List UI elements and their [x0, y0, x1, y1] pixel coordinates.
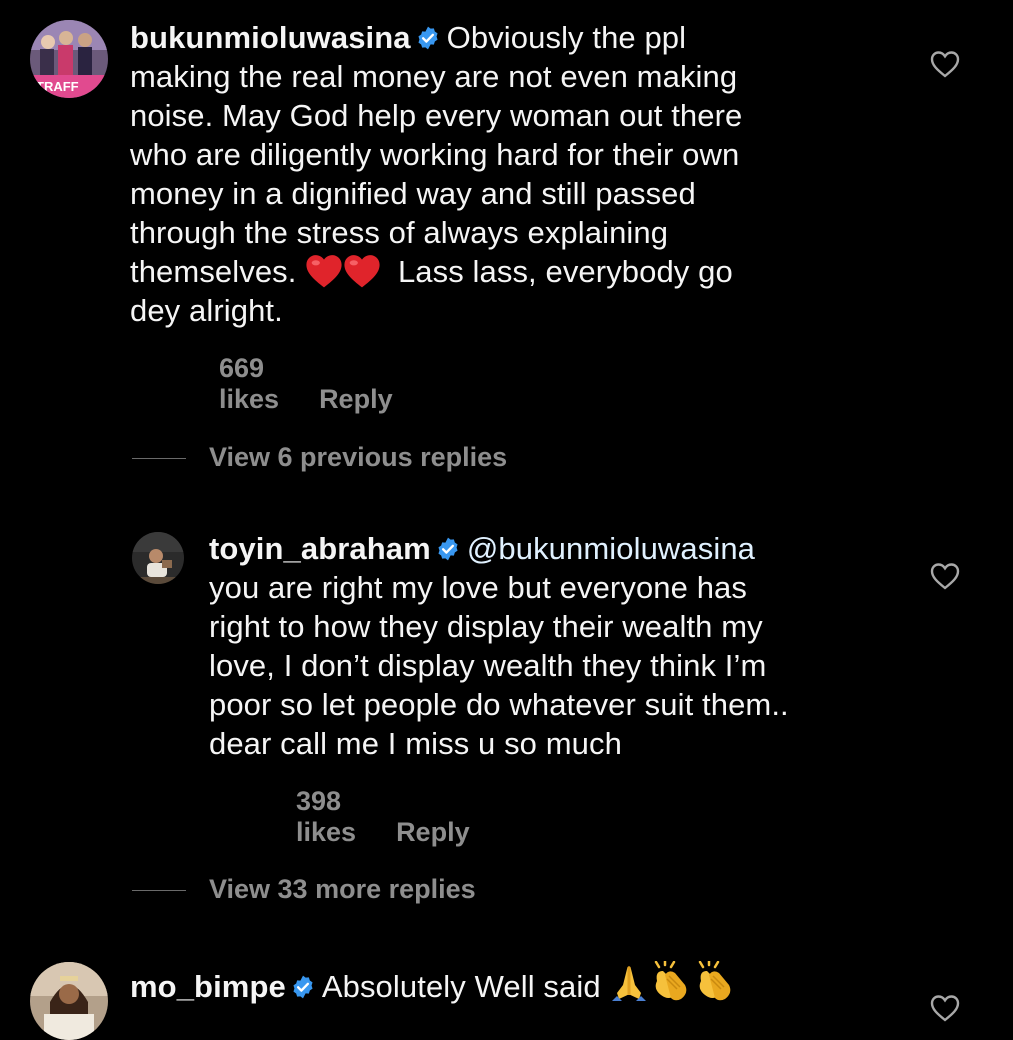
- like-heart-icon[interactable]: [930, 562, 960, 590]
- reply-text: toyin_abraham @bukunmioluwasina you are r…: [209, 529, 929, 763]
- view-more-replies-button[interactable]: View 33 more replies: [209, 874, 476, 905]
- comment-body: Absolutely Well said: [321, 969, 601, 1004]
- comment-text: bukunmioluwasina Obviously the ppl making…: [130, 18, 930, 330]
- text-line: poor so let people do whatever suit them…: [209, 687, 789, 722]
- view-previous-replies-button[interactable]: View 6 previous replies: [209, 442, 507, 473]
- thread-divider: [132, 890, 186, 891]
- mention-link[interactable]: @bukunmioluwasina: [467, 531, 755, 566]
- folded-hands-icon: [612, 966, 647, 1001]
- verified-badge-icon: [293, 975, 313, 999]
- text-line: love, I don’t display wealth they think …: [209, 648, 767, 683]
- text-line: Lass lass, everybody go: [397, 254, 733, 289]
- text-line: noise. May God help every woman out ther…: [130, 98, 743, 133]
- text-line: through the stress of always explaining: [130, 215, 669, 250]
- text-line: Obviously the ppl: [446, 20, 687, 55]
- comment-text: mo_bimpe Absolutely Well said: [130, 961, 950, 1006]
- svg-text:TRAFF: TRAFF: [36, 79, 79, 94]
- likes-count[interactable]: 398 likes: [296, 786, 356, 847]
- text-line: dear call me I miss u so much: [209, 726, 622, 761]
- verified-badge-icon: [418, 26, 438, 50]
- avatar-image: [132, 532, 184, 584]
- text-line: making the real money are not even makin…: [130, 59, 738, 94]
- comment-meta: 398 likes Reply: [296, 786, 510, 848]
- text-line: right to how they display their wealth m…: [209, 609, 763, 644]
- avatar[interactable]: [30, 962, 108, 1040]
- text-line: who are diligently working hard for thei…: [130, 137, 740, 172]
- red-heart-icon: [306, 255, 342, 288]
- text-line: money in a dignified way and still passe…: [130, 176, 696, 211]
- clapping-hands-icon: [699, 961, 731, 1001]
- avatar[interactable]: TRAFF: [30, 20, 108, 98]
- verified-badge-icon: [438, 537, 458, 561]
- text-line: themselves.: [130, 254, 297, 289]
- username[interactable]: toyin_abraham: [209, 531, 431, 566]
- comment-meta: 669 likes Reply: [219, 353, 433, 415]
- reply-button[interactable]: Reply: [396, 817, 470, 847]
- like-heart-icon[interactable]: [930, 994, 960, 1022]
- reply-button[interactable]: Reply: [319, 384, 393, 414]
- text-line: you are right my love but everyone has: [209, 570, 747, 605]
- username[interactable]: bukunmioluwasina: [130, 20, 411, 55]
- clapping-hands-icon: [655, 961, 687, 1001]
- likes-count[interactable]: 669 likes: [219, 353, 279, 414]
- like-heart-icon[interactable]: [930, 50, 960, 78]
- red-heart-icon: [344, 255, 380, 288]
- avatar-image: [30, 962, 108, 1040]
- thread-divider: [132, 458, 186, 459]
- username[interactable]: mo_bimpe: [130, 969, 286, 1004]
- avatar[interactable]: [132, 532, 184, 584]
- text-line: dey alright.: [130, 293, 283, 328]
- avatar-image: TRAFF: [30, 20, 108, 98]
